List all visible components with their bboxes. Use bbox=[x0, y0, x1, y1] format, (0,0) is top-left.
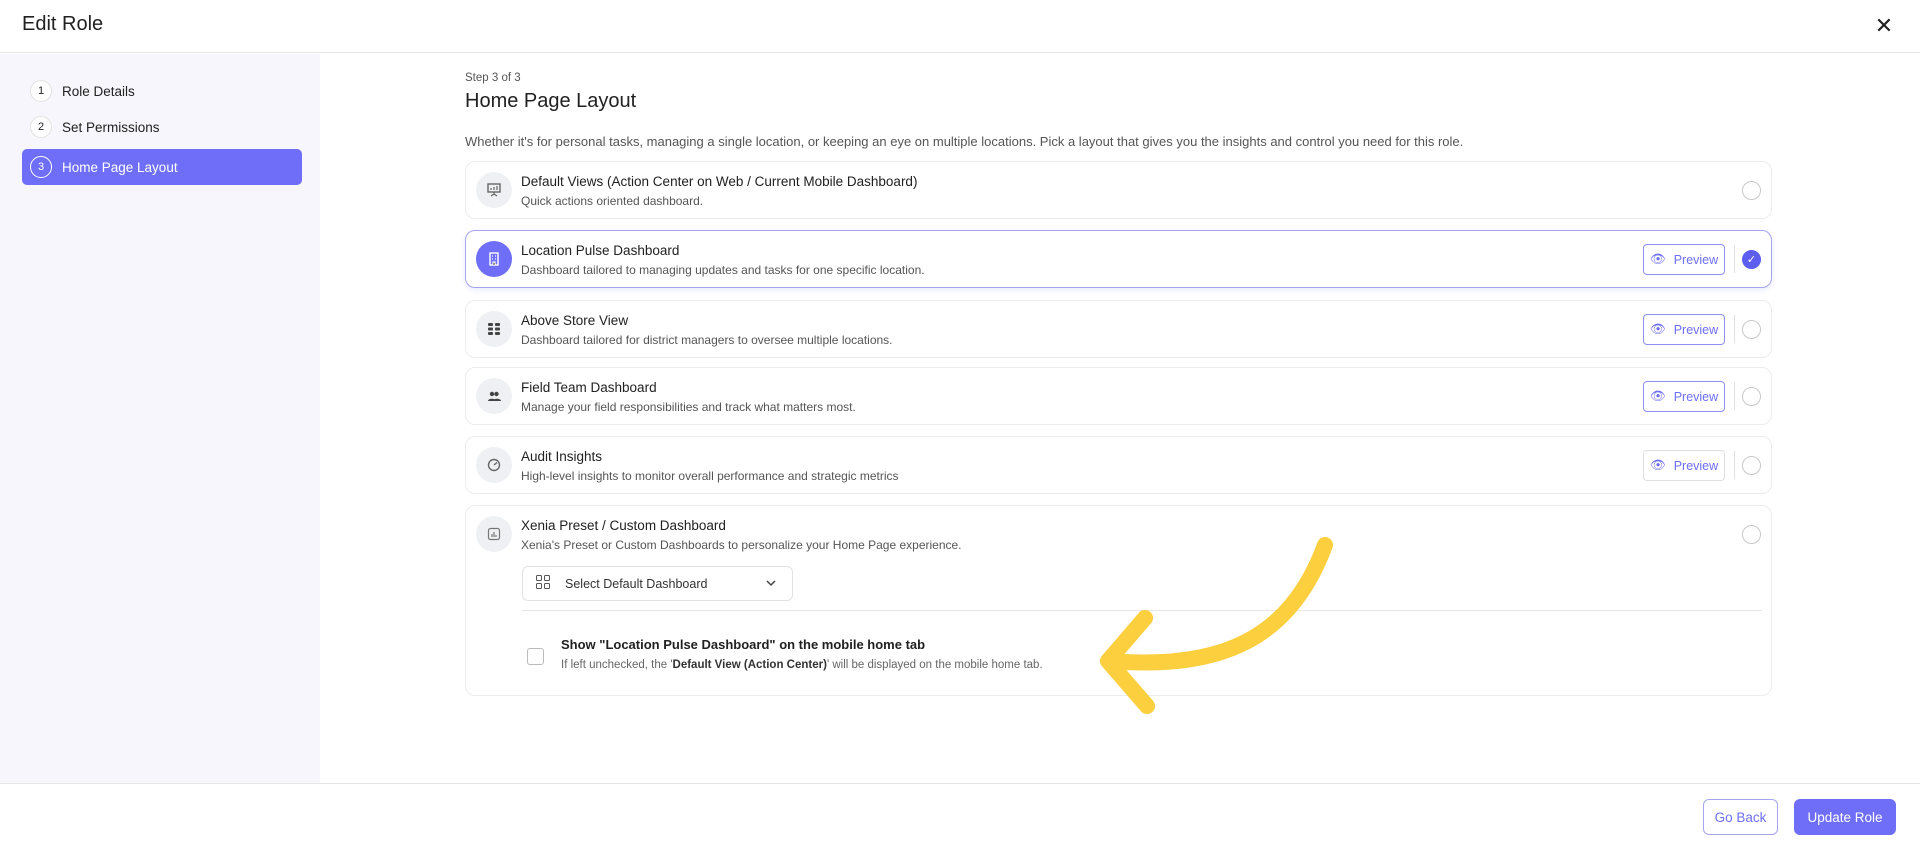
eye-icon: 👁 bbox=[1649, 389, 1666, 403]
option-title: Xenia Preset / Custom Dashboard bbox=[521, 518, 726, 533]
option-description: Quick actions oriented dashboard. bbox=[521, 194, 704, 208]
step-label: Role Details bbox=[62, 83, 135, 99]
bar-chart-icon bbox=[476, 516, 512, 552]
eye-icon: 👁 bbox=[1649, 322, 1666, 336]
team-icon bbox=[476, 378, 512, 414]
option-default-views[interactable]: Default Views (Action Center on Web / Cu… bbox=[465, 161, 1772, 219]
preview-button[interactable]: 👁 Preview bbox=[1643, 381, 1725, 412]
option-radio[interactable] bbox=[1742, 456, 1761, 475]
preview-button[interactable]: 👁 Preview bbox=[1643, 244, 1725, 275]
page-description: Whether it's for personal tasks, managin… bbox=[465, 134, 1464, 149]
option-audit-insights[interactable]: Audit Insights High-level insights to mo… bbox=[465, 436, 1772, 494]
divider bbox=[522, 610, 1762, 611]
option-description: Xenia's Preset or Custom Dashboards to p… bbox=[521, 538, 962, 552]
chevron-down-icon bbox=[764, 576, 778, 593]
hint-text: ' will be displayed on the mobile home t… bbox=[826, 659, 1043, 671]
divider bbox=[1734, 315, 1735, 343]
close-icon[interactable]: ✕ bbox=[1872, 14, 1896, 38]
dashboard-grid-icon bbox=[535, 574, 551, 593]
option-description: Manage your field responsibilities and t… bbox=[521, 400, 856, 414]
option-title: Default Views (Action Center on Web / Cu… bbox=[521, 174, 918, 189]
option-radio[interactable] bbox=[1742, 525, 1761, 544]
step-set-permissions[interactable]: 2 Set Permissions bbox=[22, 109, 302, 145]
steps-sidebar: 1 Role Details 2 Set Permissions 3 Home Pag… bbox=[0, 54, 320, 783]
hint-bold-text: Default View (Action Center) bbox=[672, 659, 827, 671]
step-indicator: Step 3 of 3 bbox=[465, 72, 521, 84]
preview-label: Preview bbox=[1673, 389, 1719, 404]
update-role-button[interactable]: Update Role bbox=[1794, 799, 1896, 835]
checkbox-label: Show "Location Pulse Dashboard" on the m… bbox=[561, 637, 926, 652]
preview-label: Preview bbox=[1673, 322, 1719, 337]
default-dashboard-select[interactable]: Select Default Dashboard bbox=[522, 566, 793, 601]
option-title: Field Team Dashboard bbox=[521, 380, 657, 395]
preview-button[interactable]: 👁 Preview bbox=[1643, 450, 1725, 481]
option-radio-checked[interactable]: ✓ bbox=[1742, 250, 1761, 269]
option-radio[interactable] bbox=[1742, 320, 1761, 339]
modal-footer: Go Back Update Role bbox=[0, 783, 1920, 848]
option-description: High-level insights to monitor overall p… bbox=[521, 469, 899, 483]
presentation-chart-icon bbox=[476, 172, 512, 208]
modal-title: Edit Role bbox=[22, 13, 104, 35]
option-title: Above Store View bbox=[521, 313, 629, 328]
option-radio[interactable] bbox=[1742, 181, 1761, 200]
gauge-icon bbox=[476, 447, 512, 483]
divider bbox=[1734, 451, 1735, 479]
hint-text: If left unchecked, the ' bbox=[561, 659, 673, 671]
mobile-home-tab-checkbox[interactable] bbox=[527, 648, 544, 665]
page-title: Home Page Layout bbox=[465, 90, 637, 112]
select-placeholder: Select Default Dashboard bbox=[565, 576, 708, 591]
checkbox-hint: If left unchecked, the 'Default View (Ac… bbox=[561, 659, 1043, 671]
step-number: 3 bbox=[30, 156, 52, 178]
step-number: 1 bbox=[30, 80, 52, 102]
step-number: 2 bbox=[30, 116, 52, 138]
grid-icon bbox=[476, 311, 512, 347]
option-description: Dashboard tailored to managing updates a… bbox=[521, 263, 925, 277]
option-radio[interactable] bbox=[1742, 387, 1761, 406]
option-xenia-preset[interactable]: Xenia Preset / Custom Dashboard Xenia's … bbox=[465, 505, 1772, 696]
eye-icon: 👁 bbox=[1649, 252, 1666, 266]
option-description: Dashboard tailored for district managers… bbox=[521, 333, 893, 347]
preview-button[interactable]: 👁 Preview bbox=[1643, 314, 1725, 345]
eye-icon: 👁 bbox=[1649, 458, 1666, 472]
preview-label: Preview bbox=[1673, 458, 1719, 473]
step-role-details[interactable]: 1 Role Details bbox=[22, 73, 302, 109]
building-icon bbox=[476, 241, 512, 277]
modal-header: Edit Role ✕ bbox=[0, 0, 1920, 53]
option-title: Audit Insights bbox=[521, 449, 603, 464]
divider bbox=[1734, 382, 1735, 410]
preview-label: Preview bbox=[1673, 252, 1719, 267]
go-back-button[interactable]: Go Back bbox=[1703, 799, 1778, 835]
option-title: Location Pulse Dashboard bbox=[521, 243, 680, 258]
option-field-team[interactable]: Field Team Dashboard Manage your field r… bbox=[465, 367, 1772, 425]
option-above-store-view[interactable]: Above Store View Dashboard tailored for … bbox=[465, 300, 1772, 358]
option-location-pulse[interactable]: Location Pulse Dashboard Dashboard tailo… bbox=[465, 230, 1772, 288]
divider bbox=[1734, 245, 1735, 273]
step-label: Home Page Layout bbox=[62, 159, 178, 175]
step-home-page-layout[interactable]: 3 Home Page Layout bbox=[22, 149, 302, 185]
step-label: Set Permissions bbox=[62, 119, 160, 135]
